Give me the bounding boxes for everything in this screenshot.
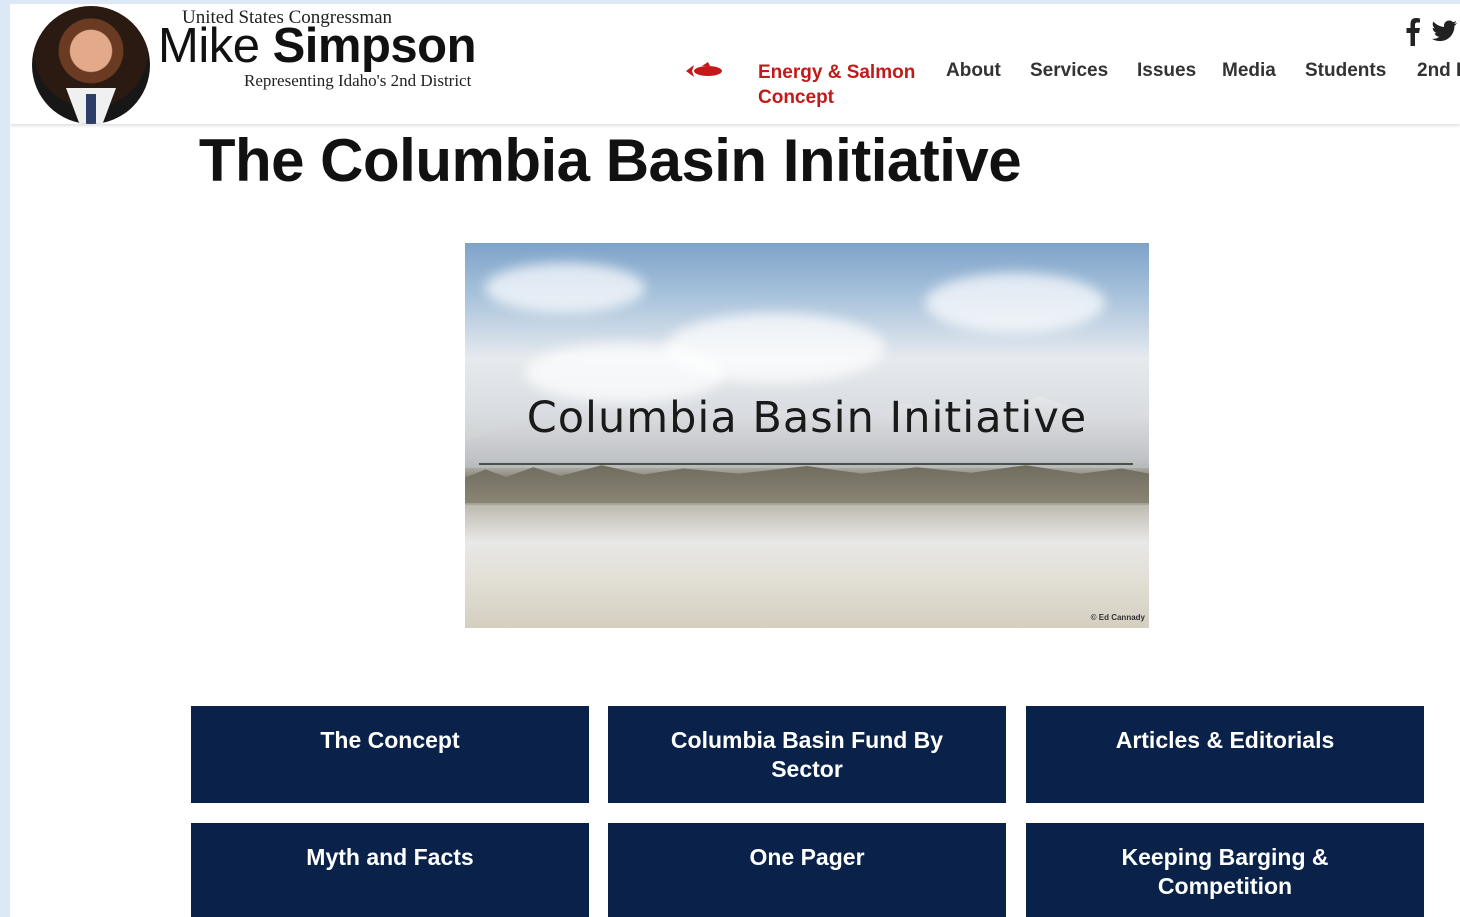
nav-item-media[interactable]: Media (1222, 60, 1276, 82)
page: United States Congressman Mike Simpson R… (10, 4, 1460, 917)
logo-first-name: Mike (158, 19, 260, 73)
cloud-shape (925, 273, 1105, 333)
lake-reflection (465, 505, 1149, 628)
nav-item-students[interactable]: Students (1305, 60, 1386, 82)
nav-item-about[interactable]: About (946, 60, 1001, 82)
nav-item-2nd-district[interactable]: 2nd D (1417, 60, 1460, 82)
facebook-icon[interactable] (1402, 18, 1424, 46)
nav-item-issues[interactable]: Issues (1137, 60, 1196, 82)
twitter-icon[interactable] (1430, 18, 1458, 46)
social-links (1390, 18, 1460, 48)
tile-one-pager[interactable]: One Pager (608, 823, 1006, 917)
avatar[interactable] (32, 6, 150, 124)
logo-last-name: Simpson (272, 19, 477, 73)
hero-divider (479, 463, 1133, 465)
tile-fund-by-sector[interactable]: Columbia Basin Fund By Sector (608, 706, 1006, 803)
tile-myth-and-facts[interactable]: Myth and Facts (191, 823, 589, 917)
tile-barging-competition[interactable]: Keeping Barging & Competition (1026, 823, 1424, 917)
avatar-tie (86, 94, 96, 124)
hero-title: Columbia Basin Initiative (526, 393, 1088, 443)
nav-item-energy-salmon[interactable]: Energy & Salmon Concept (758, 60, 933, 110)
page-title: The Columbia Basin Initiative (198, 127, 1022, 194)
photo-credit: © Ed Cannady (1090, 613, 1145, 622)
tile-the-concept[interactable]: The Concept (191, 706, 589, 803)
nav-item-services[interactable]: Services (1030, 60, 1108, 82)
logo-subtitle: Representing Idaho's 2nd District (244, 71, 472, 90)
salmon-icon (686, 62, 722, 77)
hero-image: Columbia Basin Initiative © Ed Cannady (465, 243, 1149, 628)
site-header: United States Congressman Mike Simpson R… (10, 4, 1460, 124)
tile-articles-editorials[interactable]: Articles & Editorials (1026, 706, 1424, 803)
cloud-shape (485, 263, 645, 313)
logo-name[interactable]: Mike Simpson (158, 18, 477, 74)
